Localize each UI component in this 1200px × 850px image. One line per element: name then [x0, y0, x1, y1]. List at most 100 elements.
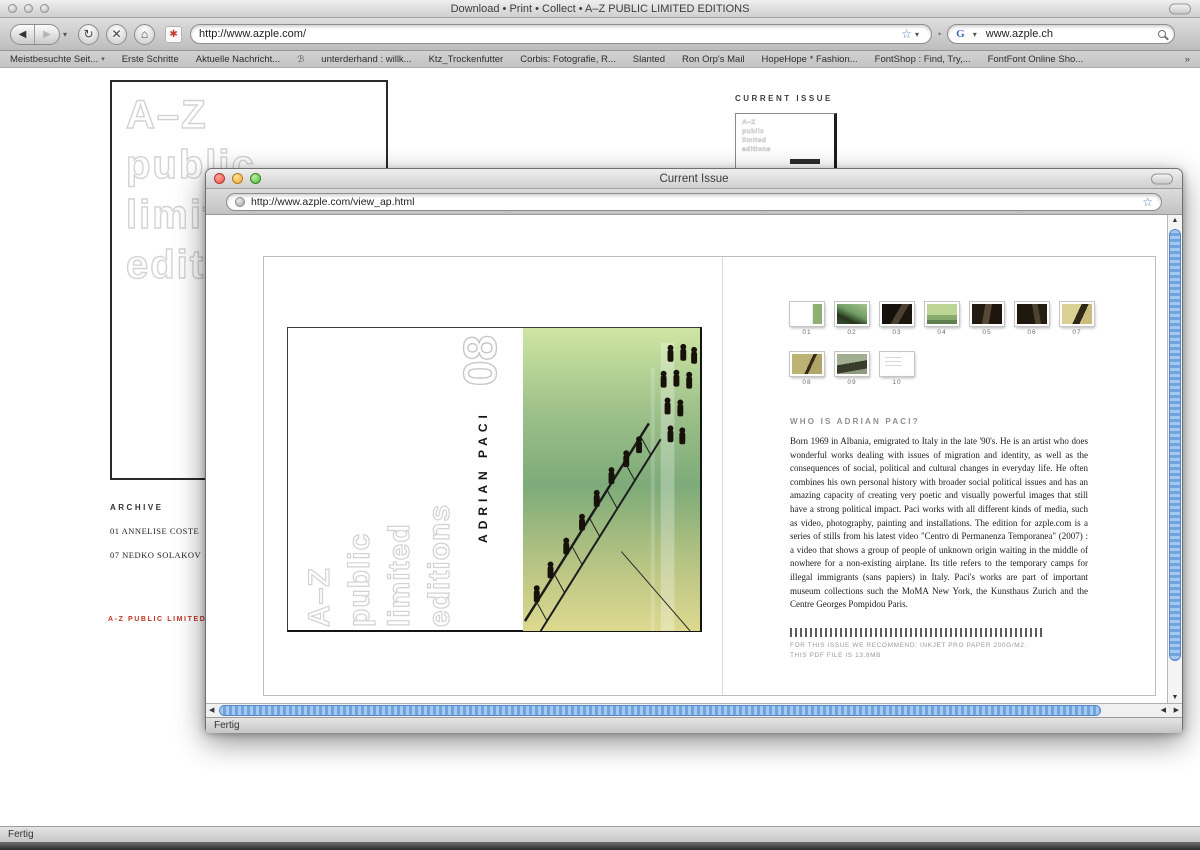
stop-button[interactable]: ✕ [106, 24, 127, 45]
bookmark-item-fontfont[interactable]: FontFont Online Sho... [988, 54, 1084, 65]
bookmark-dropdown-icon[interactable]: ▾ [915, 30, 919, 39]
minimize-button[interactable] [232, 173, 243, 184]
thumbnail-02-image[interactable] [835, 302, 869, 326]
google-engine-icon[interactable]: G [956, 28, 965, 40]
toolbar-toggle-button[interactable] [1151, 173, 1173, 184]
scroll-right-arrow[interactable]: ▶ [1174, 706, 1179, 714]
toolbar-toggle-button[interactable] [1169, 3, 1191, 14]
address-bar[interactable]: http://www.azple.com/ ☆ ▾ [190, 24, 932, 44]
thumbnail-08-image[interactable] [790, 352, 824, 376]
thumbnail-row-1: 01 02 03 04 [790, 302, 1094, 336]
back-window-titlebar[interactable]: Download • Print • Collect • A–Z PUBLIC … [0, 0, 1200, 18]
staircase-silhouette-graphic [523, 328, 700, 631]
search-magnifier-icon[interactable] [1158, 30, 1166, 38]
thumbnail-10-image[interactable] [880, 352, 914, 376]
thumbnail-07-image[interactable] [1060, 302, 1094, 326]
bookmark-item-ktz-trockenfutter[interactable]: Ktz_Trockenfutter [429, 54, 504, 65]
thumbnail-08[interactable]: 08 [790, 352, 824, 386]
home-button[interactable]: ⌂ [134, 24, 155, 45]
current-issue-heading: CURRENT ISSUE [735, 94, 837, 103]
article-heading: WHO IS ADRIAN PACI? [790, 417, 920, 426]
thumbnail-03-image[interactable] [880, 302, 914, 326]
pdf-size-note: THIS PDF FILE IS 13.8MB [790, 652, 881, 659]
front-window-titlebar[interactable]: Current Issue [206, 169, 1182, 189]
bookmark-item-hopehope[interactable]: HopeHope * Fashion... [762, 54, 858, 65]
front-status-bar: Fertig [206, 717, 1182, 733]
address-bar-value[interactable]: http://www.azple.com/ [199, 28, 901, 40]
thumbnail-09[interactable]: 09 [835, 352, 869, 386]
thumbnail-01[interactable]: 01 [790, 302, 824, 336]
thumbnail-04-image[interactable] [925, 302, 959, 326]
bookmark-item-unterderhand[interactable]: unterderhand : willk... [321, 54, 411, 65]
front-address-value[interactable]: http://www.azple.com/view_ap.html [251, 196, 1136, 208]
folder-dropdown-icon: ▾ [101, 55, 105, 63]
scroll-down-arrow[interactable]: ▼ [1168, 694, 1182, 701]
scroll-left-arrow[interactable]: ◀ [209, 706, 214, 714]
search-engine-dropdown-icon[interactable]: ▾ [973, 30, 977, 39]
thumbnail-05-image[interactable] [970, 302, 1004, 326]
zoom-button[interactable] [40, 4, 49, 13]
bookmark-item-erste-schritte[interactable]: Erste Schritte [122, 54, 179, 65]
close-button[interactable] [8, 4, 17, 13]
thumbnail-04[interactable]: 04 [925, 302, 959, 336]
zoom-button[interactable] [250, 173, 261, 184]
current-issue-block: CURRENT ISSUE A–Z public limited edition… [735, 94, 837, 170]
thumbnail-10[interactable]: 10 [880, 352, 914, 386]
bookmark-item-slanted[interactable]: Slanted [633, 54, 665, 65]
thumbnail-06-image[interactable] [1015, 302, 1049, 326]
bookmark-item-aktuelle-nachrichten[interactable]: Aktuelle Nachricht... [196, 54, 280, 65]
front-browser-window: Current Issue http://www.azple.com/view_… [205, 168, 1183, 732]
front-traffic-lights [214, 173, 261, 184]
archive-item-nedko-solakov[interactable]: 07 NEDKO SOLAKOV [110, 550, 201, 560]
front-page-content: A–Z public limited editions ADRIAN PACI … [206, 215, 1182, 703]
back-button[interactable]: ◀ [11, 25, 35, 44]
cover-logo-rotated: A–Z public limited editions [300, 335, 464, 627]
history-dropdown-icon[interactable]: ▾ [63, 30, 67, 39]
vertical-scroll-thumb[interactable] [1169, 229, 1181, 661]
bookmark-item-corbis[interactable]: Corbis: Fotografie, R... [520, 54, 616, 65]
current-issue-thumbnail[interactable]: A–Z public limited editions [735, 113, 837, 170]
archive-block: ARCHIVE 01 ANNELISE COSTE 07 NEDKO SOLAK… [110, 503, 201, 560]
edition-cover: A–Z public limited editions ADRIAN PACI … [287, 327, 702, 632]
bookmarks-toolbar: Meistbesuchte Seit... ▾ Erste Schritte A… [0, 51, 1200, 68]
close-button[interactable] [214, 173, 225, 184]
back-forward-capsule: ◀ ▶ [10, 24, 60, 45]
article-body: Born 1969 in Albania, emigrated to Italy… [790, 435, 1088, 612]
scroll-up-arrow[interactable]: ▲ [1168, 217, 1182, 224]
bookmark-item-ron-orp[interactable]: Ron Orp's Mail [682, 54, 745, 65]
bookmark-item-meistbesuchte[interactable]: Meistbesuchte Seit... ▾ [10, 54, 105, 65]
reload-button[interactable]: ↻ [78, 24, 99, 45]
thumbnail-02[interactable]: 02 [835, 302, 869, 336]
thumbnail-05[interactable]: 05 [970, 302, 1004, 336]
page-gutter-line [722, 257, 723, 695]
archive-item-anneliese-coste[interactable]: 01 ANNELISE COSTE [110, 526, 201, 536]
bookmarks-overflow-chevron[interactable]: » [1185, 54, 1190, 65]
toolbar-separator-dot: • [938, 29, 941, 39]
thumbnail-03[interactable]: 03 [880, 302, 914, 336]
thumbnail-09-image[interactable] [835, 352, 869, 376]
bookmark-item-fontshop[interactable]: FontShop : Find, Try,... [875, 54, 971, 65]
thumbnail-07[interactable]: 07 [1060, 302, 1094, 336]
search-field-value[interactable]: www.azple.ch [986, 28, 1153, 40]
cover-artwork-image [523, 328, 700, 631]
bookmark-star-icon[interactable]: ☆ [1142, 195, 1153, 209]
issue-number: 08 [458, 335, 502, 386]
scroll-left-arrow-right-end[interactable]: ◀ [1161, 706, 1166, 714]
minimize-button[interactable] [24, 4, 33, 13]
horizontal-scroll-thumb[interactable] [219, 705, 1101, 716]
front-address-bar[interactable]: http://www.azple.com/view_ap.html ☆ [226, 193, 1162, 211]
back-status-text: Fertig [8, 829, 34, 840]
vertical-scrollbar[interactable]: ▲ ▼ [1167, 215, 1182, 703]
back-traffic-lights [8, 4, 49, 13]
front-window-title: Current Issue [206, 173, 1182, 185]
cover-artist-rotated: ADRIAN PACI 08 [458, 335, 520, 627]
paper-recommendation-note: FOR THIS ISSUE WE RECOMMEND: INKJET PRO … [790, 642, 1027, 649]
thumbnail-06[interactable]: 06 [1015, 302, 1049, 336]
thumbnail-01-image[interactable] [790, 302, 824, 326]
desktop-edge-strip [0, 842, 1200, 850]
bookmark-star-icon[interactable]: ☆ [901, 27, 912, 41]
forward-button[interactable]: ▶ [35, 25, 59, 44]
search-field[interactable]: G ▾ www.azple.ch [947, 24, 1175, 44]
live-bookmark-icon[interactable]: ℬ [297, 54, 304, 65]
horizontal-scrollbar[interactable]: ◀ ◀ ▶ [206, 703, 1182, 717]
